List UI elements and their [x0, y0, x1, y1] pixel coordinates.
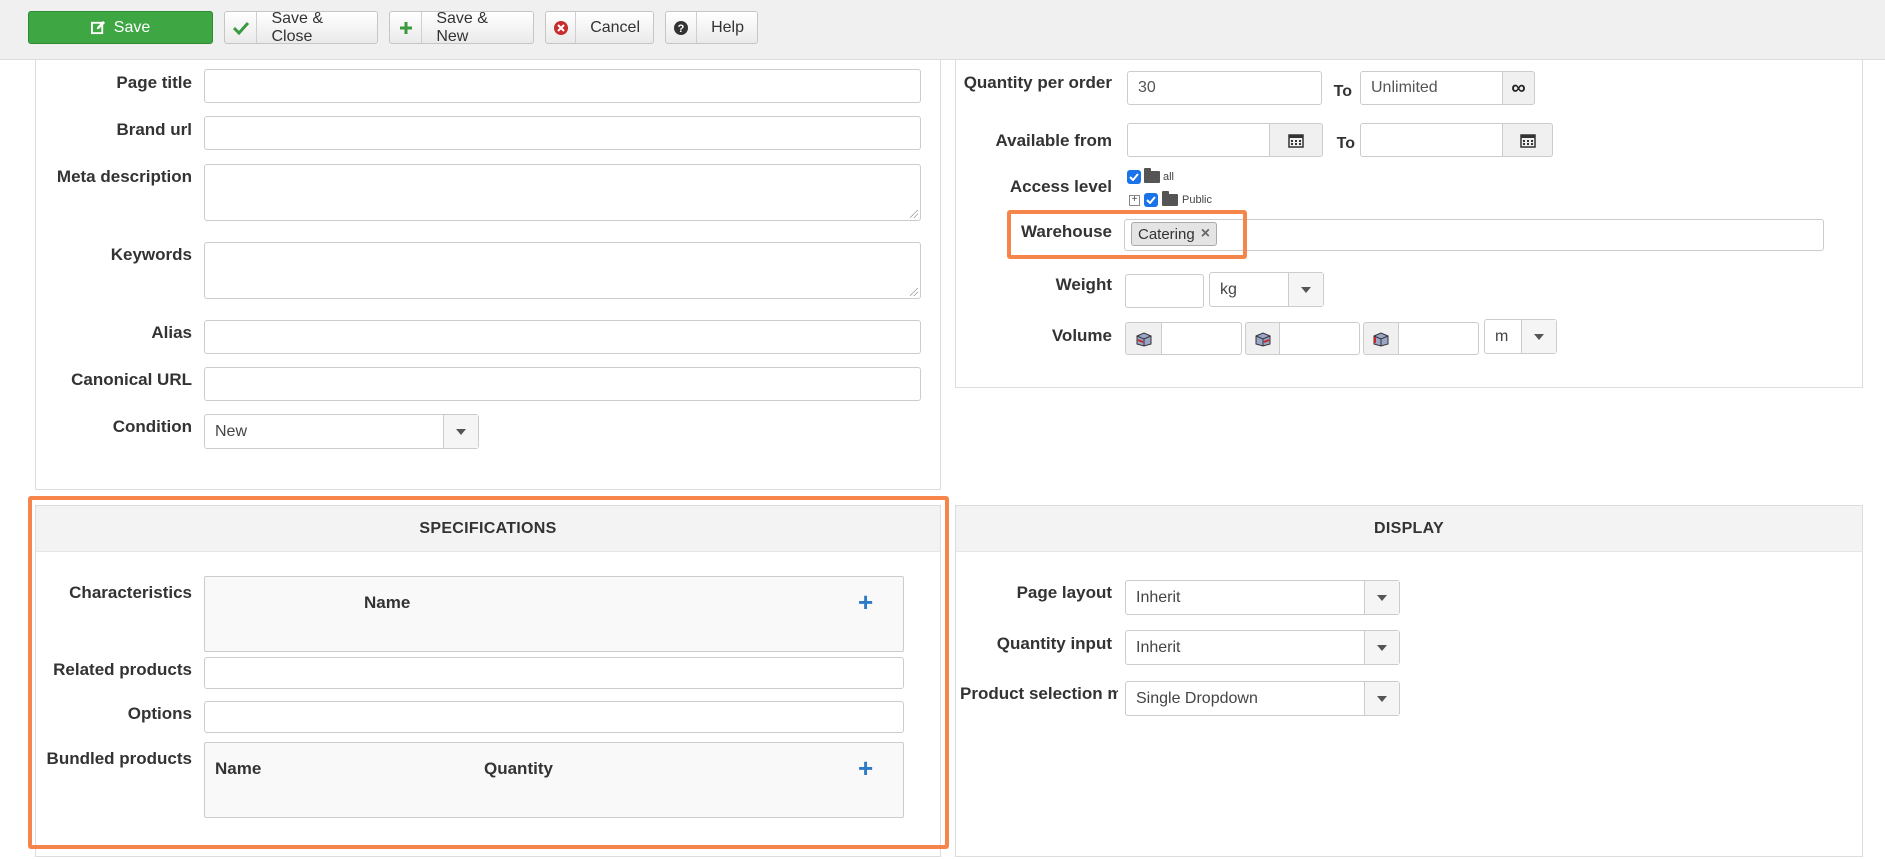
volume-unit-select[interactable]: m [1484, 319, 1557, 354]
close-icon[interactable]: × [1201, 225, 1210, 243]
product-selection-select[interactable]: Single Dropdown [1125, 681, 1400, 716]
checkbox-icon [1144, 193, 1158, 207]
cancel-icon [546, 12, 577, 43]
bundled-name-header: Name [215, 759, 262, 778]
display-panel: DISPLAY [955, 505, 1863, 857]
page-title-label: Page title [116, 73, 192, 92]
keywords-label: Keywords [110, 245, 192, 264]
canonical-url-label: Canonical URL [71, 370, 192, 389]
height-addon [1363, 322, 1399, 355]
meta-description-textarea[interactable] [204, 164, 921, 221]
alias-label: Alias [151, 323, 192, 342]
quantity-input-label: Quantity input [996, 634, 1112, 653]
condition-label: Condition [112, 417, 192, 436]
weight-unit-select[interactable]: kg [1209, 272, 1324, 307]
save-new-button[interactable]: Save & New [389, 10, 534, 45]
bundled-quantity-header: Quantity [484, 759, 553, 778]
canonical-url-input[interactable] [204, 367, 921, 401]
warehouse-input[interactable] [1124, 219, 1824, 251]
chevron-down-icon [1364, 682, 1399, 715]
calendar-to-button[interactable] [1502, 123, 1553, 157]
condition-select[interactable]: New [204, 414, 479, 449]
options-input[interactable] [204, 701, 904, 733]
volume-height-input[interactable] [1398, 322, 1479, 355]
quantity-to-label: To [1333, 83, 1352, 100]
quantity-input-select[interactable]: Inherit [1125, 630, 1400, 665]
alias-input[interactable] [204, 320, 921, 354]
available-to-input[interactable] [1360, 123, 1503, 157]
add-characteristic-icon[interactable]: + [858, 589, 873, 615]
plus-icon [390, 12, 423, 43]
chevron-down-icon [1521, 320, 1556, 353]
page-layout-label: Page layout [1016, 583, 1112, 602]
folder-icon [1162, 191, 1178, 206]
brand-url-input[interactable] [204, 116, 921, 150]
box-width-icon [1255, 331, 1270, 347]
toolbar: Save Save & Close Save & New Cancel ? He… [0, 0, 1885, 60]
chevron-down-icon [1364, 581, 1399, 614]
question-icon: ? [666, 12, 698, 43]
infinity-icon: ∞ [1511, 76, 1526, 99]
bundled-products-table [204, 742, 904, 818]
chevron-down-icon [1288, 273, 1323, 306]
access-level-label: Access level [1009, 177, 1112, 196]
weight-input[interactable] [1125, 274, 1204, 308]
length-addon [1125, 322, 1162, 355]
width-addon [1245, 322, 1280, 355]
box-height-icon [1373, 331, 1389, 347]
checkbox-icon [1127, 170, 1141, 184]
access-tree-item-all[interactable]: all [1127, 168, 1174, 184]
related-products-input[interactable] [204, 657, 904, 689]
folder-icon [1144, 168, 1160, 183]
calendar-icon [1288, 133, 1304, 148]
warehouse-label: Warehouse [1020, 222, 1112, 241]
page-title-input[interactable] [204, 69, 921, 103]
calendar-icon [1519, 133, 1536, 148]
help-button[interactable]: ? Help [665, 11, 758, 44]
characteristics-name-header: Name [364, 593, 411, 612]
page-layout-select[interactable]: Inherit [1125, 580, 1400, 615]
calendar-from-button[interactable] [1269, 123, 1323, 157]
available-from-input[interactable] [1127, 123, 1270, 157]
volume-label: Volume [1051, 326, 1112, 345]
box-length-icon [1136, 331, 1151, 347]
characteristics-table [204, 576, 904, 652]
quantity-per-order-label: Quantity per order [963, 73, 1112, 92]
chevron-down-icon [443, 415, 478, 448]
keywords-textarea[interactable] [204, 242, 921, 299]
svg-text:?: ? [678, 23, 685, 35]
access-tree-item-public[interactable]: + Public [1129, 191, 1212, 207]
save-button[interactable]: Save [28, 11, 213, 44]
condition-value: New [215, 422, 248, 440]
volume-width-input[interactable] [1279, 322, 1360, 355]
bundled-products-label: Bundled products [46, 749, 192, 768]
specifications-title: SPECIFICATIONS [36, 506, 940, 552]
product-selection-label: Product selection m [960, 684, 1118, 703]
weight-label: Weight [1055, 275, 1112, 294]
save-close-button[interactable]: Save & Close [224, 10, 378, 45]
meta-description-label: Meta description [56, 167, 192, 186]
display-title: DISPLAY [956, 506, 1862, 552]
check-icon [225, 12, 258, 43]
chevron-down-icon [1364, 631, 1399, 664]
edit-icon [90, 12, 106, 43]
characteristics-label: Characteristics [69, 583, 192, 602]
infinity-button[interactable]: ∞ [1502, 71, 1535, 105]
warehouse-tag: Catering × [1131, 222, 1218, 246]
available-to-label: To [1336, 135, 1355, 152]
volume-length-input[interactable] [1161, 322, 1242, 355]
related-products-label: Related products [53, 660, 192, 679]
available-from-label: Available from [995, 131, 1112, 150]
add-bundled-product-icon[interactable]: + [858, 755, 873, 781]
quantity-max-input[interactable]: Unlimited [1360, 71, 1503, 105]
expand-icon[interactable]: + [1129, 194, 1140, 206]
brand-url-label: Brand url [116, 120, 192, 139]
options-label: Options [127, 704, 192, 723]
quantity-min-input[interactable]: 30 [1127, 71, 1322, 105]
cancel-button[interactable]: Cancel [545, 11, 654, 44]
